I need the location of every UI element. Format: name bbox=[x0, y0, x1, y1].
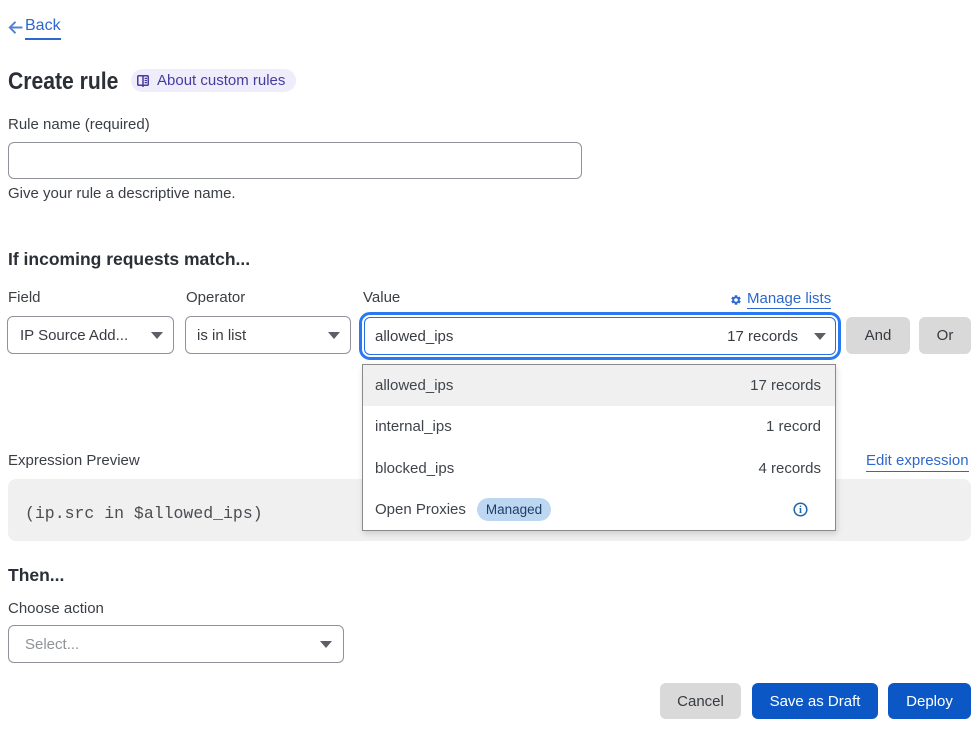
svg-text:i: i bbox=[799, 505, 802, 516]
